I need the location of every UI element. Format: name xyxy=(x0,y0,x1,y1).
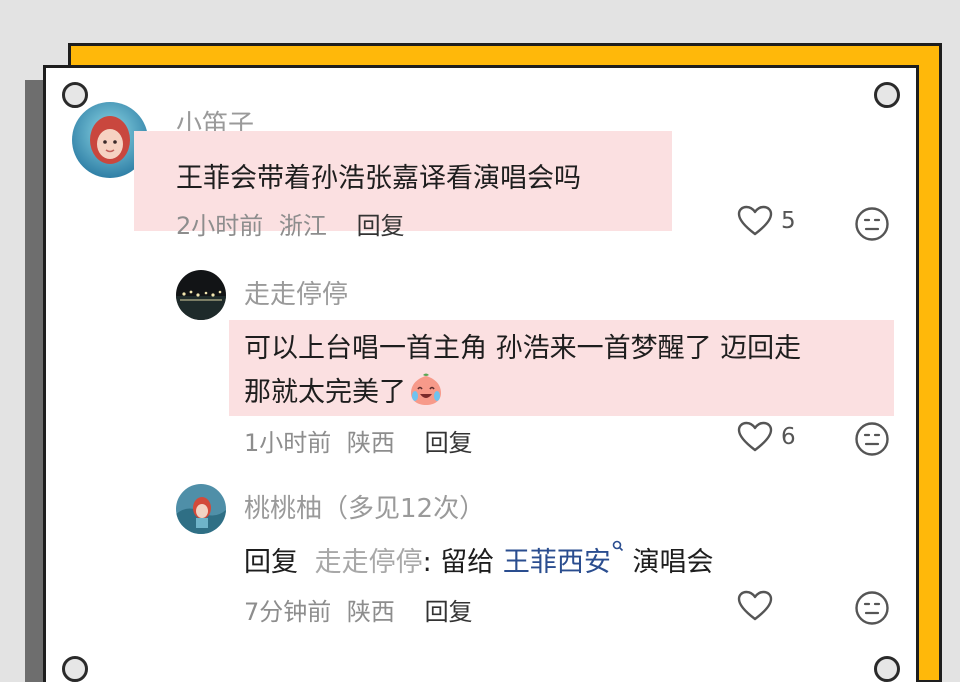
reply-button[interactable]: 回复 xyxy=(425,598,473,626)
like-count: 5 xyxy=(781,208,796,234)
comment-location: 陕西 xyxy=(346,429,395,457)
comment-text-line2-text: 那就太完美了 xyxy=(244,377,406,408)
comment-meta: 1小时前 陕西 回复 xyxy=(244,423,473,458)
like-count: 6 xyxy=(781,424,796,450)
dislike-button[interactable] xyxy=(854,421,890,461)
comment-text-line1: 可以上台唱一首主角 孙浩来一首梦醒了 迈回走 xyxy=(244,333,802,364)
frame-pin-bottom-left xyxy=(62,656,88,682)
frame-pin-top-right xyxy=(874,82,900,108)
reply-prefix: 回复 xyxy=(244,547,298,578)
screenshot-stage: 小笛子 王菲会带着孙浩张嘉译看演唱会吗 2小时前 浙江 回复 5 走走停停 可以… xyxy=(0,0,960,682)
comment-text-line2: 那就太完美了 xyxy=(244,370,444,409)
heart-outline-icon xyxy=(737,421,773,452)
comment-meta: 7分钟前 陕西 回复 xyxy=(244,592,473,627)
neutral-face-icon xyxy=(855,207,889,241)
comment-time: 1小时前 xyxy=(244,429,332,457)
dislike-button[interactable] xyxy=(854,590,890,630)
neutral-face-icon xyxy=(855,422,889,456)
comment-location: 陕西 xyxy=(346,598,395,626)
like-button[interactable]: 5 xyxy=(737,205,796,237)
reply-button[interactable]: 回复 xyxy=(425,429,473,457)
comment-location: 浙江 xyxy=(278,212,327,240)
comment-text: 王菲会带着孙浩张嘉译看演唱会吗 xyxy=(176,163,581,194)
dislike-button[interactable] xyxy=(854,206,890,246)
search-link-text: 王菲西安 xyxy=(502,547,611,578)
frame-pin-bottom-right xyxy=(874,656,900,682)
comment-text-part-b: 演唱会 xyxy=(623,547,714,578)
reply-button[interactable]: 回复 xyxy=(357,212,405,240)
like-button[interactable]: 6 xyxy=(737,421,796,453)
comment-username[interactable]: 走走停停 xyxy=(244,274,348,311)
comment-time: 2小时前 xyxy=(176,212,264,240)
neutral-face-icon xyxy=(855,591,889,625)
comment-text: 回复 走走停停: 留给 王菲西安 演唱会 xyxy=(244,540,713,579)
comment-username[interactable]: 桃桃柚（多见12次） xyxy=(244,488,485,525)
avatar-taotaoyou[interactable] xyxy=(176,484,226,534)
comment-meta: 2小时前 浙江 回复 xyxy=(176,206,405,241)
crying-laughing-peach-emoji xyxy=(411,373,441,405)
frame-pin-top-left xyxy=(62,82,88,108)
avatar-zouzoutingting[interactable] xyxy=(176,270,226,320)
reply-to-username[interactable]: 走走停停 xyxy=(315,547,423,578)
heart-outline-icon xyxy=(737,205,773,236)
comment-text-part-a: : 留给 xyxy=(422,547,503,578)
like-button[interactable] xyxy=(737,590,773,622)
comment-time: 7分钟前 xyxy=(244,598,332,626)
search-superscript-icon xyxy=(612,540,623,552)
heart-outline-icon xyxy=(737,590,773,621)
search-link[interactable]: 王菲西安 xyxy=(502,540,624,578)
